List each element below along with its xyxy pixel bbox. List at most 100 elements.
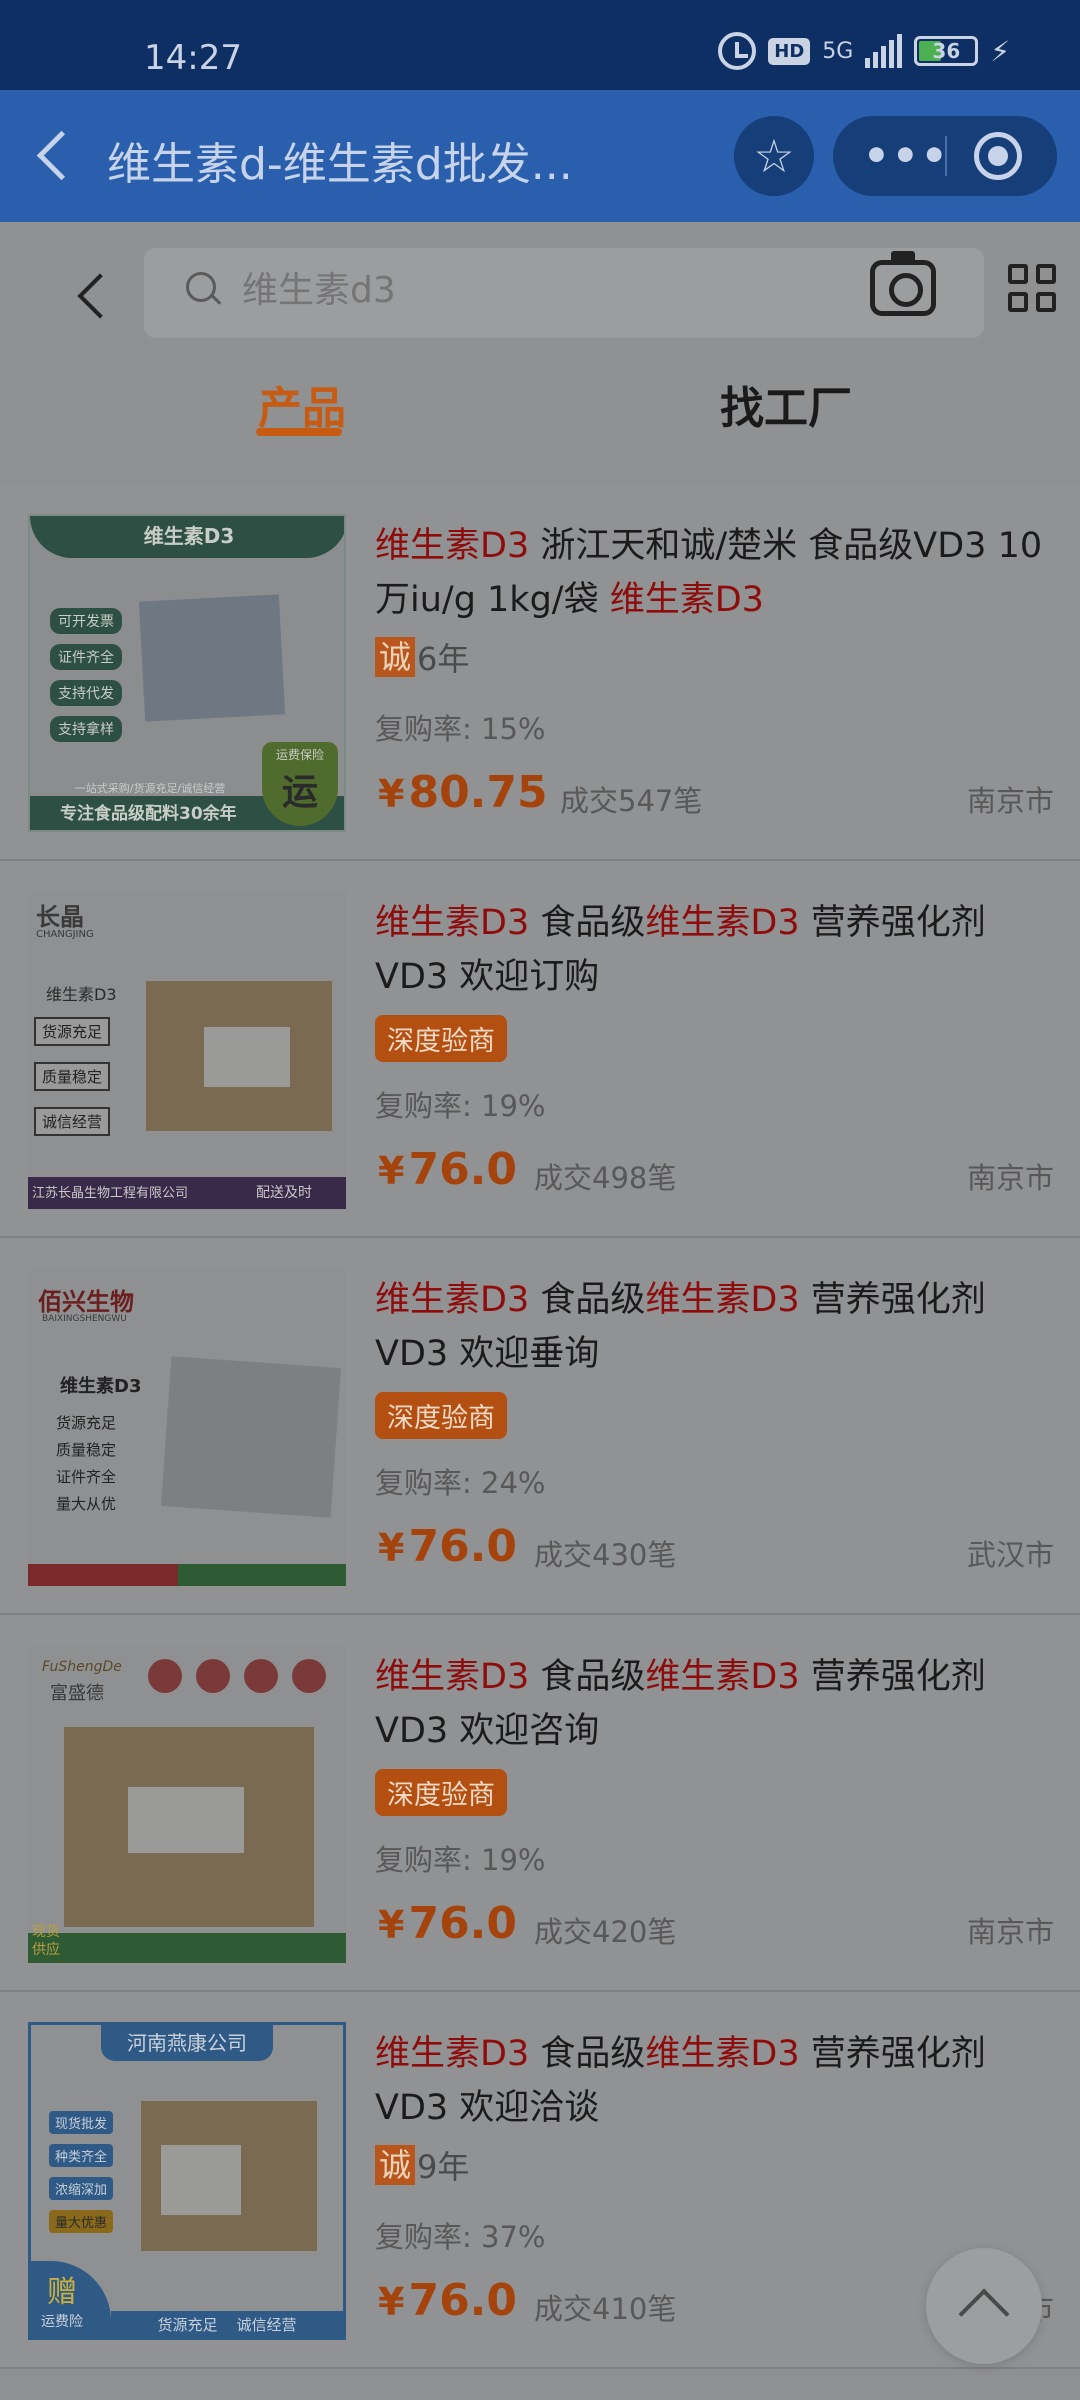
product-title[interactable]: 维生素D3 浙江天和诚/楚米 食品级VD3 10万iu/g 1kg/袋 维生素D…	[375, 519, 1055, 627]
title-bar: 维生素d-维生素d批发... ☆ •••	[0, 90, 1080, 222]
title-text: 食品级	[529, 1280, 646, 1320]
thumb-tag: 支持拿样	[50, 716, 122, 742]
deal-count: 成交547笔	[560, 784, 703, 818]
thumb-tag: 量大优惠	[49, 2210, 114, 2233]
deal-count: 成交430笔	[534, 1538, 677, 1572]
status-icons: HD 5G 36 ⚡	[718, 32, 1010, 70]
title-highlight: 维生素D3	[645, 1657, 800, 1697]
charging-icon: ⚡	[990, 34, 1010, 68]
product-list: 维生素D3 可开发票 证件齐全 支持代发 支持拿样 一站式采购/货源充足/诚信经…	[0, 484, 1080, 2369]
product-image[interactable]: 佰兴生物 BAIXINGSHENGWU 维生素D3 货源充足 质量稳定 证件齐全…	[28, 1268, 346, 1586]
thumb-footer-left: 现货 供应	[32, 1924, 60, 1958]
product-image[interactable]: FuShengDe 富盛德 现货 供应	[28, 1645, 346, 1963]
battery-level: 36	[932, 39, 961, 63]
product-price: ¥76.0	[378, 1898, 517, 1949]
thumb-logo-sub: CHANGJING	[36, 929, 94, 940]
thumb-tag: 货源充足	[34, 1017, 111, 1046]
status-time: 14:27	[144, 38, 242, 78]
close-miniapp-icon[interactable]	[974, 132, 1022, 180]
integrity-icon: 诚	[375, 2145, 415, 2185]
network-type: 5G	[822, 38, 854, 64]
product-title[interactable]: 维生素D3 食品级维生素D3 营养强化剂 VD3 欢迎垂询	[375, 1273, 1055, 1381]
thumb-logo: 富盛德	[50, 1683, 104, 1704]
back-to-top-button[interactable]	[926, 2248, 1042, 2364]
active-tab-indicator	[256, 428, 342, 436]
title-text: 食品级	[529, 903, 646, 943]
product-title[interactable]: 维生素D3 食品级维生素D3 营养强化剂 VD3 欢迎订购	[375, 896, 1055, 1004]
seller-city: 南京市	[966, 784, 1054, 818]
thumb-seal-char: 运	[281, 772, 318, 813]
capsule-divider	[945, 136, 947, 176]
price-currency: ¥	[378, 1149, 405, 1193]
flower-icon	[196, 1659, 230, 1693]
thumb-logo-sub: BAIXINGSHENGWU	[42, 1314, 127, 1324]
search-box[interactable]	[144, 248, 984, 338]
title-highlight: 维生素D3	[375, 526, 530, 566]
price-currency: ¥	[378, 2280, 405, 2324]
camera-search-icon[interactable]	[870, 251, 936, 316]
signal-icon	[865, 34, 903, 68]
repurchase-rate: 复购率: 15%	[375, 712, 546, 746]
category-grid-icon[interactable]	[1008, 264, 1058, 314]
product-card[interactable]: 河南燕康公司 现货批发 种类齐全 浓缩深加 量大优惠 赠 运费险 货源充足 诚信…	[0, 1992, 1080, 2369]
title-highlight: 维生素D3	[645, 1280, 800, 1320]
thumb-tag: 量大从优	[56, 1495, 117, 1513]
flower-icon	[244, 1659, 278, 1693]
product-image[interactable]: 长晶 CHANGJING 维生素D3 货源充足 质量稳定 诚信经营 江苏长晶生物…	[28, 891, 346, 1209]
deal-count: 成交410笔	[534, 2292, 677, 2326]
page-title: 维生素d-维生素d批发...	[107, 139, 573, 190]
alarm-icon	[718, 32, 757, 70]
search-area: 产品 找工厂	[0, 222, 1080, 462]
thumb-seal: 运费保险 运	[262, 742, 338, 826]
back-icon[interactable]	[30, 126, 80, 186]
tab-products[interactable]: 产品	[258, 372, 346, 436]
product-card[interactable]: 维生素D3 可开发票 证件齐全 支持代发 支持拿样 一站式采购/货源充足/诚信经…	[0, 484, 1080, 861]
price-value: 76.0	[408, 2275, 518, 2326]
product-price: ¥76.0	[378, 1144, 517, 1195]
seller-city: 南京市	[966, 1915, 1054, 1949]
search-input[interactable]	[242, 270, 762, 311]
product-price: ¥76.0	[378, 1521, 517, 1572]
title-text: 食品级	[529, 1657, 646, 1697]
product-title[interactable]: 维生素D3 食品级维生素D3 营养强化剂 VD3 欢迎咨询	[375, 1650, 1055, 1758]
search-icon	[186, 272, 222, 308]
deal-count: 成交498笔	[534, 1161, 677, 1195]
thumb-tag: 诚信经营	[34, 1107, 111, 1136]
favorite-star-icon[interactable]: ☆	[734, 116, 814, 196]
hd-badge: HD	[768, 37, 811, 65]
more-icon[interactable]: •••	[863, 116, 950, 196]
thumb-title: 维生素D3	[46, 985, 117, 1004]
battery-icon: 36	[914, 36, 979, 66]
product-image[interactable]: 河南燕康公司 现货批发 种类齐全 浓缩深加 量大优惠 赠 运费险 货源充足 诚信…	[28, 2022, 346, 2340]
product-title[interactable]: 维生素D3 食品级维生素D3 营养强化剂 VD3 欢迎洽谈	[375, 2027, 1055, 2135]
price-currency: ¥	[378, 772, 405, 816]
thumb-footer-left: 江苏长晶生物工程有限公司	[32, 1186, 189, 1201]
title-highlight: 维生素D3	[645, 903, 800, 943]
product-price: ¥76.0	[378, 2275, 517, 2326]
search-back-icon[interactable]	[66, 266, 116, 326]
seller-city: 南京市	[966, 1161, 1054, 1195]
repurchase-rate: 复购率: 24%	[375, 1466, 546, 1500]
integrity-years-badge: 诚 6年	[375, 634, 469, 680]
product-card[interactable]: 佰兴生物 BAIXINGSHENGWU 维生素D3 货源充足 质量稳定 证件齐全…	[0, 1238, 1080, 1615]
price-currency: ¥	[378, 1903, 405, 1947]
thumb-tag: 现货批发	[49, 2111, 114, 2134]
thumb-seal-top: 运费保险	[275, 748, 324, 762]
thumb-title: 维生素D3	[60, 1376, 142, 1397]
verified-merchant-badge: 深度验商	[375, 1769, 507, 1816]
gift-char: 赠	[47, 2275, 77, 2310]
title-highlight: 维生素D3	[375, 1280, 530, 1320]
title-text: 食品级	[529, 2034, 646, 2074]
gift-sub: 运费险	[41, 2314, 83, 2330]
thumb-tag: 证件齐全	[50, 644, 122, 670]
product-image[interactable]: 维生素D3 可开发票 证件齐全 支持代发 支持拿样 一站式采购/货源充足/诚信经…	[28, 514, 346, 832]
product-card[interactable]: 长晶 CHANGJING 维生素D3 货源充足 质量稳定 诚信经营 江苏长晶生物…	[0, 861, 1080, 1238]
integrity-icon: 诚	[375, 637, 415, 677]
tab-find-factory[interactable]: 找工厂	[720, 372, 852, 436]
thumb-tag: 质量稳定	[34, 1062, 111, 1091]
thumb-logo: 佰兴生物	[38, 1288, 134, 1316]
price-value: 76.0	[408, 1898, 518, 1949]
deal-count: 成交420笔	[534, 1915, 677, 1949]
integrity-years: 6年	[417, 640, 470, 678]
product-card[interactable]: FuShengDe 富盛德 现货 供应 维生素D3 食品级维生素D3 营养强化剂…	[0, 1615, 1080, 1992]
